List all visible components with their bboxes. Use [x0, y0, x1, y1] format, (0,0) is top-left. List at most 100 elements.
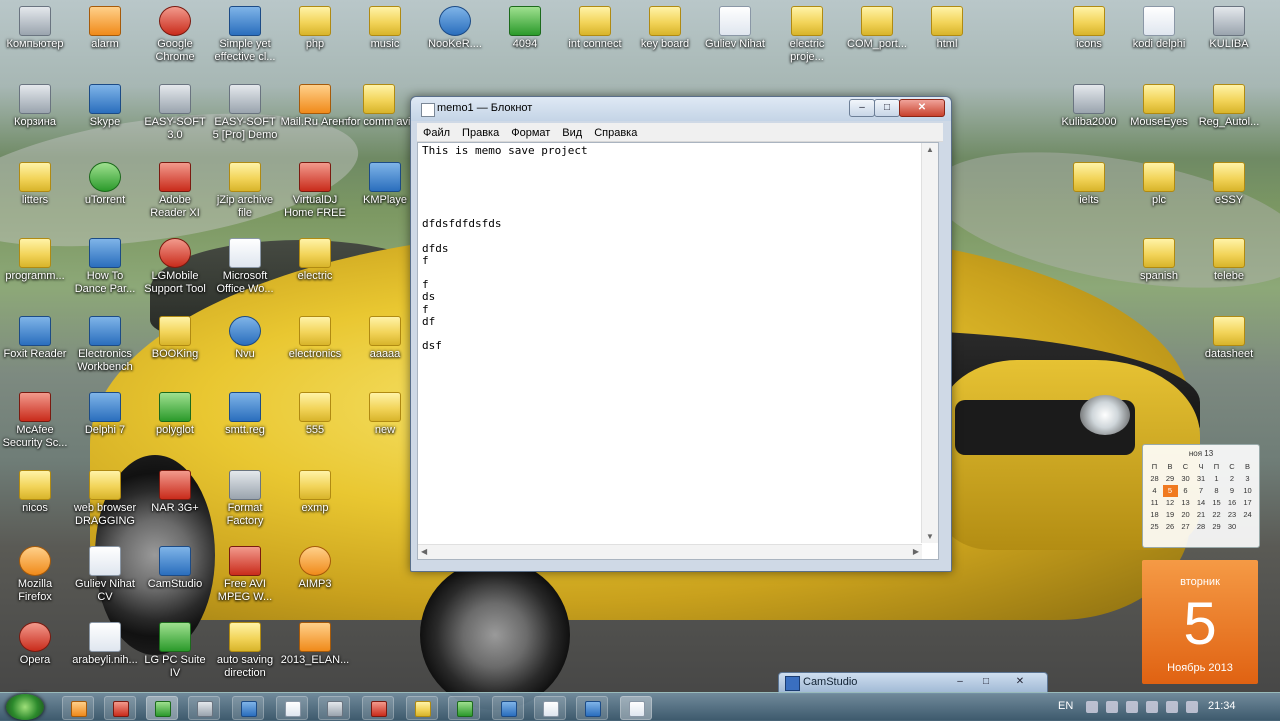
desktop-icon[interactable]: nicos [0, 470, 70, 515]
desktop-icon[interactable]: smtt.reg [210, 392, 280, 437]
desktop-icon[interactable]: litters [0, 162, 70, 207]
desktop-icon[interactable]: alarm [70, 6, 140, 51]
camstudio-window[interactable]: CamStudio ‒ □ ✕ [778, 672, 1048, 694]
calendar-day[interactable]: 1 [1209, 473, 1224, 485]
calendar-day[interactable]: 25 [1147, 521, 1162, 533]
desktop-icon[interactable]: LG PC Suite IV [140, 622, 210, 680]
desktop-icon[interactable]: Kuliba2000 [1054, 84, 1124, 129]
desktop-icon[interactable]: COM_port... [842, 6, 912, 51]
desktop-icon[interactable]: CamStudio [140, 546, 210, 591]
calendar-day[interactable]: 12 [1163, 497, 1178, 509]
menu-format[interactable]: Формат [505, 124, 556, 142]
clock[interactable]: 21:34 [1208, 700, 1236, 712]
desktop-icon[interactable]: Delphi 7 [70, 392, 140, 437]
desktop-icon[interactable]: Компьютер [0, 6, 70, 51]
scroll-down-icon[interactable]: ▼ [926, 532, 934, 541]
desktop-icon[interactable]: eSSY [1194, 162, 1264, 207]
desktop-icon[interactable]: html [912, 6, 982, 51]
desktop-icon[interactable]: Microsoft Office Wo... [210, 238, 280, 296]
desktop-icon[interactable]: Nvu [210, 316, 280, 361]
taskbar-button[interactable] [104, 696, 136, 720]
taskbar-button[interactable] [362, 696, 394, 720]
desktop-icon[interactable]: McAfee Security Sc... [0, 392, 70, 450]
calendar-day[interactable]: 17 [1240, 497, 1255, 509]
calendar-day[interactable]: 10 [1240, 485, 1255, 497]
scroll-right-icon[interactable]: ▶ [913, 547, 919, 556]
calendar-day[interactable]: 28 [1194, 521, 1209, 533]
calendar-day[interactable]: 24 [1240, 509, 1255, 521]
close-button[interactable]: ✕ [1009, 675, 1031, 689]
desktop-icon[interactable]: spanish [1124, 238, 1194, 283]
scroll-up-icon[interactable]: ▲ [926, 145, 934, 154]
desktop-icon[interactable]: 555 [280, 392, 350, 437]
calendar-day[interactable]: 16 [1225, 497, 1240, 509]
notepad-title-bar[interactable]: memo1 — Блокнот ‒ □ ✕ [411, 97, 951, 121]
desktop-icon[interactable]: electronics [280, 316, 350, 361]
desktop-icon[interactable]: Guliev Nihat CV [70, 546, 140, 604]
desktop-icon[interactable]: polyglot [140, 392, 210, 437]
taskbar-button[interactable] [534, 696, 566, 720]
desktop-icon[interactable]: How To Dance Par... [70, 238, 140, 296]
desktop-icon[interactable]: 2013_ELAN... [280, 622, 350, 667]
minimize-button[interactable]: ‒ [849, 99, 875, 117]
taskbar-button[interactable] [146, 696, 178, 720]
calendar-day[interactable]: 7 [1194, 485, 1209, 497]
menu-edit[interactable]: Правка [456, 124, 505, 142]
calendar-day[interactable]: 2 [1225, 473, 1240, 485]
notepad-window[interactable]: memo1 — Блокнот ‒ □ ✕ Файл Правка Формат Ви… [410, 96, 952, 572]
calendar-day-today[interactable]: 5 [1162, 485, 1178, 497]
calendar-day[interactable]: 4 [1147, 485, 1162, 497]
desktop-icon[interactable]: Google Chrome [140, 6, 210, 64]
desktop-icon[interactable]: exmp [280, 470, 350, 515]
menu-file[interactable]: Файл [417, 124, 456, 142]
calendar-day[interactable]: 11 [1147, 497, 1162, 509]
desktop-icon[interactable]: KULIBA [1194, 6, 1264, 51]
desktop-icon[interactable]: web browser DRAGGING [70, 470, 140, 528]
desktop-icon[interactable]: key board [630, 6, 700, 51]
volume-icon[interactable] [1186, 701, 1198, 713]
taskbar-button[interactable] [492, 696, 524, 720]
desktop-icon[interactable]: jZip archive file [210, 162, 280, 220]
calendar-day[interactable]: 23 [1225, 509, 1240, 521]
calendar-day[interactable]: 29 [1209, 521, 1224, 533]
desktop-icon[interactable]: Foxit Reader [0, 316, 70, 361]
desktop-icon[interactable]: MouseEyes [1124, 84, 1194, 129]
maximize-button[interactable]: □ [874, 99, 900, 117]
desktop-icon[interactable]: icons [1054, 6, 1124, 51]
taskbar-button[interactable] [406, 696, 438, 720]
calendar-gadget[interactable]: ноя 13 ПВСЧПСВ 28 29 30 31 1 2 3 4 5 6 7 8 9 10 11 12… [1142, 444, 1260, 548]
desktop-icon[interactable]: auto saving direction [210, 622, 280, 680]
desktop-icon[interactable]: EASY-SOFT 3.0 [140, 84, 210, 142]
desktop-icon[interactable]: LGMobile Support Tool [140, 238, 210, 296]
desktop-icon[interactable]: Format Factory [210, 470, 280, 528]
calendar-day[interactable]: 6 [1178, 485, 1193, 497]
desktop-icon[interactable]: plc [1124, 162, 1194, 207]
desktop-icon[interactable]: telebe [1194, 238, 1264, 283]
calendar-day[interactable]: 28 [1147, 473, 1162, 485]
taskbar-button[interactable] [448, 696, 480, 720]
desktop-icon[interactable]: Skype [70, 84, 140, 129]
desktop-icon[interactable]: AIMP3 [280, 546, 350, 591]
start-button[interactable] [6, 694, 44, 720]
desktop-icon[interactable]: EASY-SOFT 5 [Pro] Demo [210, 84, 280, 142]
calendar-day[interactable]: 8 [1209, 485, 1224, 497]
calendar-day[interactable]: 9 [1225, 485, 1240, 497]
network-icon[interactable] [1106, 701, 1118, 713]
calendar-day[interactable]: 27 [1178, 521, 1193, 533]
taskbar-button[interactable] [318, 696, 350, 720]
desktop-icon[interactable]: Mail.Ru Агент [280, 84, 350, 129]
calendar-day[interactable]: 31 [1194, 473, 1209, 485]
desktop-icon[interactable]: kodi delphi [1124, 6, 1194, 51]
desktop-icon[interactable]: uTorrent [70, 162, 140, 207]
desktop-icon[interactable]: 4094 [490, 6, 560, 51]
taskbar-button[interactable] [232, 696, 264, 720]
desktop-icon[interactable]: electric [280, 238, 350, 283]
calendar-day[interactable]: 30 [1225, 521, 1240, 533]
calendar-day[interactable]: 26 [1163, 521, 1178, 533]
maximize-button[interactable]: □ [975, 675, 997, 689]
minimize-button[interactable]: ‒ [949, 675, 971, 689]
desktop-icon[interactable]: music [350, 6, 420, 51]
desktop-icon[interactable]: Mozilla Firefox [0, 546, 70, 604]
calendar-day[interactable]: 29 [1163, 473, 1178, 485]
desktop-icon[interactable]: php [280, 6, 350, 51]
